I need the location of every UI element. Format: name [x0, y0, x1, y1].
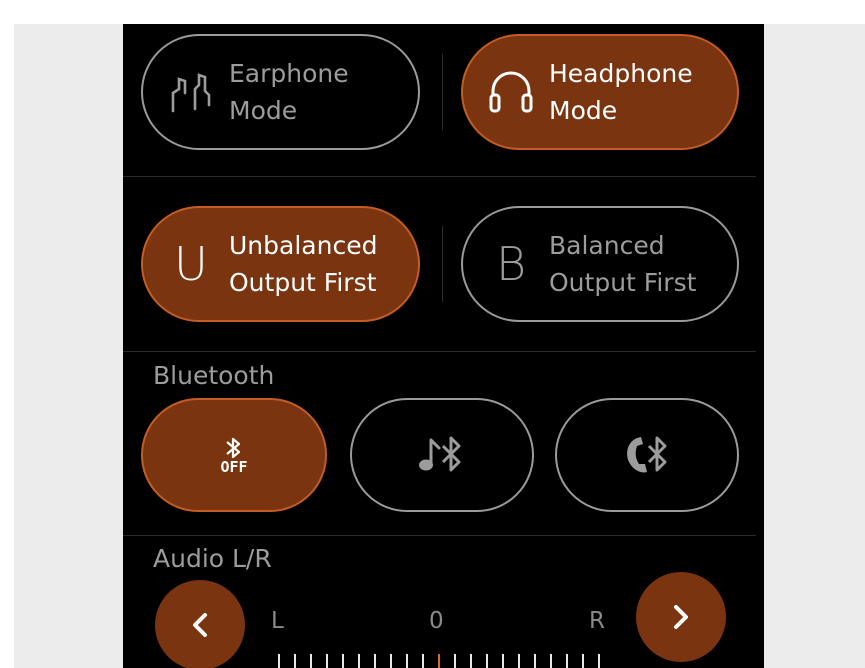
balance-right-label: R	[589, 608, 605, 634]
balance-tick	[406, 654, 408, 668]
balance-tick	[390, 654, 392, 668]
balance-tick	[566, 654, 568, 668]
balance-tick	[342, 654, 344, 668]
unbalanced-glyph-icon: U	[174, 237, 208, 291]
balance-tick	[358, 654, 360, 668]
earphone-mode-button[interactable]: Earphone Mode	[141, 34, 420, 150]
unbalanced-output-label: Unbalanced Output First	[229, 231, 378, 297]
balance-tick	[582, 654, 584, 668]
earphone-mode-label: Earphone Mode	[229, 59, 349, 125]
balance-tick	[534, 654, 536, 668]
balance-tick	[422, 654, 424, 668]
balance-tick	[454, 654, 456, 668]
balanced-glyph-icon: B	[495, 237, 527, 291]
divider-1	[123, 176, 756, 177]
bluetooth-call-button[interactable]	[555, 398, 739, 512]
bluetooth-section-title: Bluetooth	[153, 361, 275, 390]
balanced-output-label: Balanced Output First	[549, 231, 697, 297]
headphone-icon	[481, 62, 541, 122]
bluetooth-off-button[interactable]: OFF	[141, 398, 327, 512]
bluetooth-off-badge: OFF	[220, 458, 248, 476]
divider-2	[123, 351, 756, 352]
balance-tick	[518, 654, 520, 668]
balance-tick	[502, 654, 504, 668]
divider-3	[123, 535, 756, 536]
bluetooth-call-icon	[619, 432, 675, 478]
balance-left-button[interactable]	[155, 580, 245, 668]
balance-center-label: 0	[429, 608, 444, 634]
balance-tick	[294, 654, 296, 668]
chevron-left-icon	[189, 610, 211, 640]
balanced-output-button[interactable]: B Balanced Output First	[461, 206, 739, 322]
balance-tick	[278, 654, 280, 668]
row1-separator	[442, 54, 443, 130]
balance-tick	[326, 654, 328, 668]
audio-balance-title: Audio L/R	[153, 544, 272, 573]
balance-tick	[598, 654, 600, 668]
headphone-mode-label: Headphone Mode	[549, 59, 693, 125]
balance-tick	[550, 654, 552, 668]
chevron-right-icon	[670, 602, 692, 632]
balance-right-button[interactable]	[636, 572, 726, 662]
balance-tick	[374, 654, 376, 668]
bluetooth-music-icon	[415, 432, 469, 478]
balance-left-label: L	[271, 608, 284, 634]
balance-tick	[486, 654, 488, 668]
balance-tick	[470, 654, 472, 668]
bluetooth-music-button[interactable]	[350, 398, 534, 512]
row2-separator	[442, 226, 443, 302]
earphone-icon	[159, 62, 223, 122]
balance-tick	[310, 654, 312, 668]
balance-indicator-tick	[438, 654, 440, 668]
headphone-mode-button[interactable]: Headphone Mode	[461, 34, 739, 150]
bluetooth-off-icon: OFF	[220, 436, 248, 476]
unbalanced-output-button[interactable]: U Unbalanced Output First	[141, 206, 420, 322]
settings-panel: Earphone Mode Headphone Mode U Unbalance…	[123, 24, 764, 668]
